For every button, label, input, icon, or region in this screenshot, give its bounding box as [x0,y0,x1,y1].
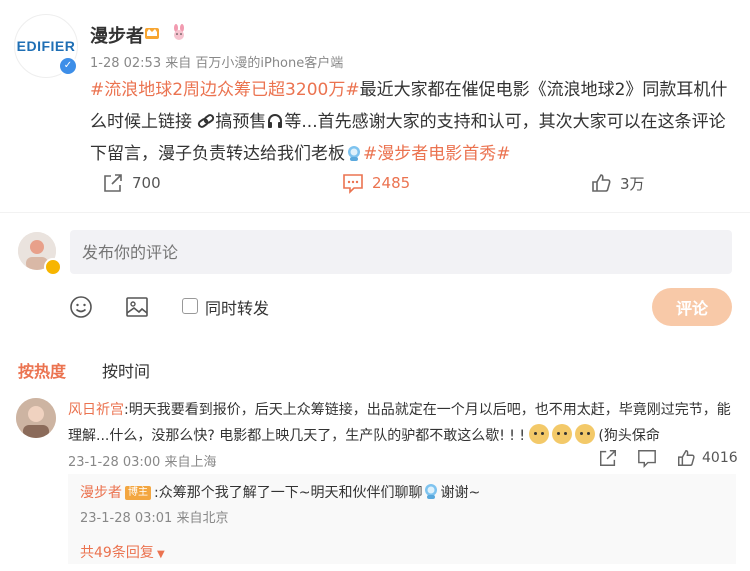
comment-text: 风日祈宫:明天我要看到报价，后天上众筹链接，出品就定在一个月以后吧，也不用太赶，… [68,397,733,449]
commenter-avatar-image [16,398,56,438]
image-icon[interactable] [124,294,150,320]
repost-icon [600,450,616,466]
rabbit-badge-icon [174,24,184,40]
brand-logo-text: EDIFIER [16,38,76,54]
comment-like-count: 4016 [702,450,738,466]
comment-icon [343,174,363,194]
tab-time[interactable]: 按时间 [102,358,150,382]
more-replies-label: 共49条回复 [80,545,154,561]
repost-icon [104,174,122,192]
submit-comment-button[interactable]: 评论 [652,288,732,326]
doge-emoji-icon [529,424,550,444]
comment-count: 2485 [372,174,411,192]
reply-body: :众筹那个我了解了一下~明天和伙伴们聊聊 [154,485,423,501]
more-replies-link[interactable]: 共49条回复 ▼ [80,542,165,562]
post-content: #流浪地球2周边众筹已超3200万#最近大家都在催促电影《流浪地球2》同款耳机什… [90,74,735,170]
commenter-avatar[interactable] [16,398,56,438]
thumbs-up-icon [592,174,611,192]
user-badge-icon [44,258,62,276]
post-username[interactable]: 漫步者 [90,22,144,48]
comment-button[interactable]: 2485 [342,172,410,194]
reply-time: 23-1-28 03:01 来自北京 [80,511,229,526]
forward-checkbox[interactable] [182,298,198,314]
spaceman-emoji-icon [348,146,360,161]
tab-hot[interactable]: 按热度 [18,358,66,382]
comment-like-button[interactable]: 4016 [676,448,738,468]
comment-tail: (狗头保命 [598,428,660,444]
comment-reply-button[interactable] [637,448,657,468]
caret-down-icon: ▼ [153,549,165,560]
emoji-icon[interactable] [68,294,94,320]
reply-text: 漫步者 博主:众筹那个我了解了一下~明天和伙伴们聊聊 谢谢~ [80,482,480,502]
post-meta: 1-28 02:53 来自 百万小漫的iPhone客户端 [90,56,344,71]
author-badge: 博主 [125,486,151,500]
doge-emoji-icon [552,424,573,444]
comment-repost-button[interactable] [598,448,618,468]
hashtag-link[interactable]: #漫步者电影首秀# [363,144,511,164]
like-button[interactable]: 3万 [590,172,645,194]
reply-author-name[interactable]: 漫步者 [80,485,122,501]
repost-button[interactable]: 700 [102,172,161,194]
link-icon [198,114,215,128]
crown-badge-icon [145,28,159,39]
comment-icon [638,450,656,468]
post-text: 搞预售 [215,112,267,132]
like-count: 3万 [620,174,645,193]
spaceman-emoji-icon [425,484,438,499]
divider [0,212,750,213]
comment-input[interactable] [70,230,732,274]
headphones-icon [268,114,283,128]
reply-body-tail: 谢谢~ [440,485,481,501]
doge-emoji-icon [575,424,596,444]
verified-badge-icon: ✓ [58,56,78,76]
repost-count: 700 [132,174,161,192]
thumbs-up-icon [678,449,695,466]
hashtag-link[interactable]: #流浪地球2周边众筹已超3200万# [90,80,360,100]
commenter-name[interactable]: 风日祈宫 [68,402,124,418]
forward-checkbox-label: 同时转发 [205,299,270,318]
comment-time: 23-1-28 03:00 来自上海 [68,455,217,470]
